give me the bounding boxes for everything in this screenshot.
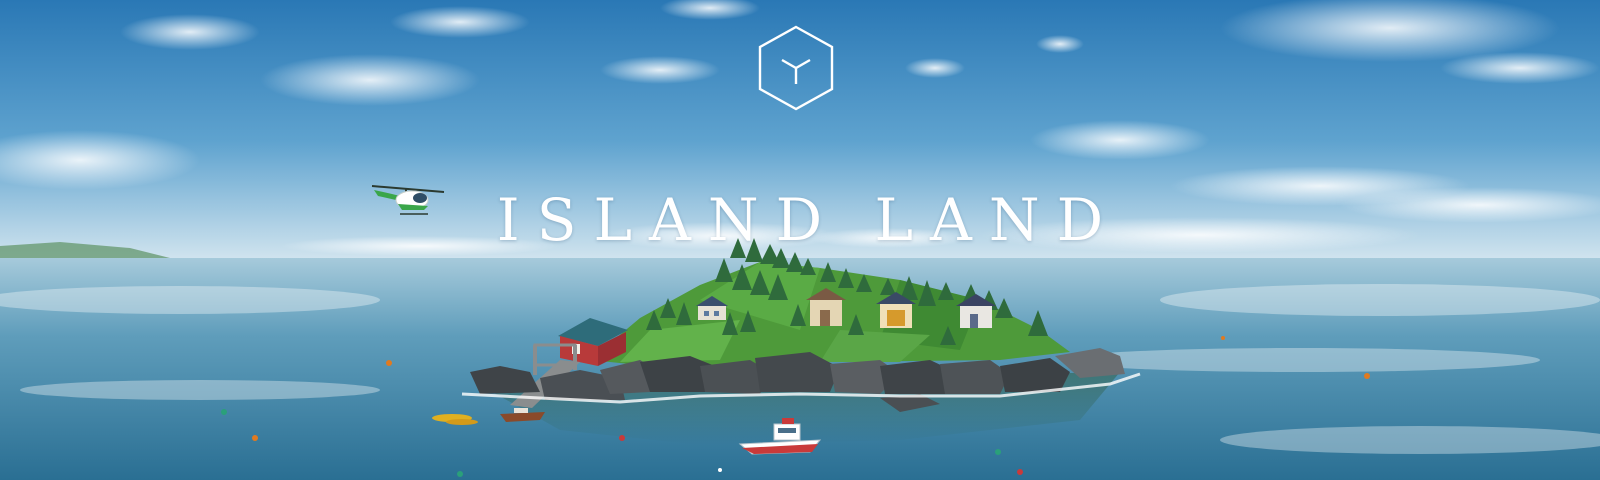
game-title: ISLAND LAND — [496, 185, 1121, 254]
title-screen: ISLAND LAND — [0, 0, 1600, 480]
buoy-icon — [221, 409, 227, 415]
buoy-icon — [1364, 373, 1370, 379]
isometric-cube-icon — [758, 25, 834, 111]
buoy-icon — [457, 471, 463, 477]
cloud — [600, 56, 720, 84]
buoy-icon — [1017, 469, 1023, 475]
cloud — [1440, 52, 1600, 84]
cloud — [390, 6, 530, 38]
cloud — [120, 14, 260, 50]
cloud — [260, 54, 480, 106]
buoy-icon — [619, 435, 625, 441]
buoy-icon — [386, 360, 392, 366]
cloud — [905, 58, 965, 78]
buoy-icon — [252, 435, 258, 441]
buoy-icon — [1221, 336, 1225, 340]
buoy-icon — [995, 449, 1001, 455]
cloud — [1030, 120, 1210, 160]
cloud — [1036, 35, 1084, 53]
buoy-icon — [718, 468, 722, 472]
